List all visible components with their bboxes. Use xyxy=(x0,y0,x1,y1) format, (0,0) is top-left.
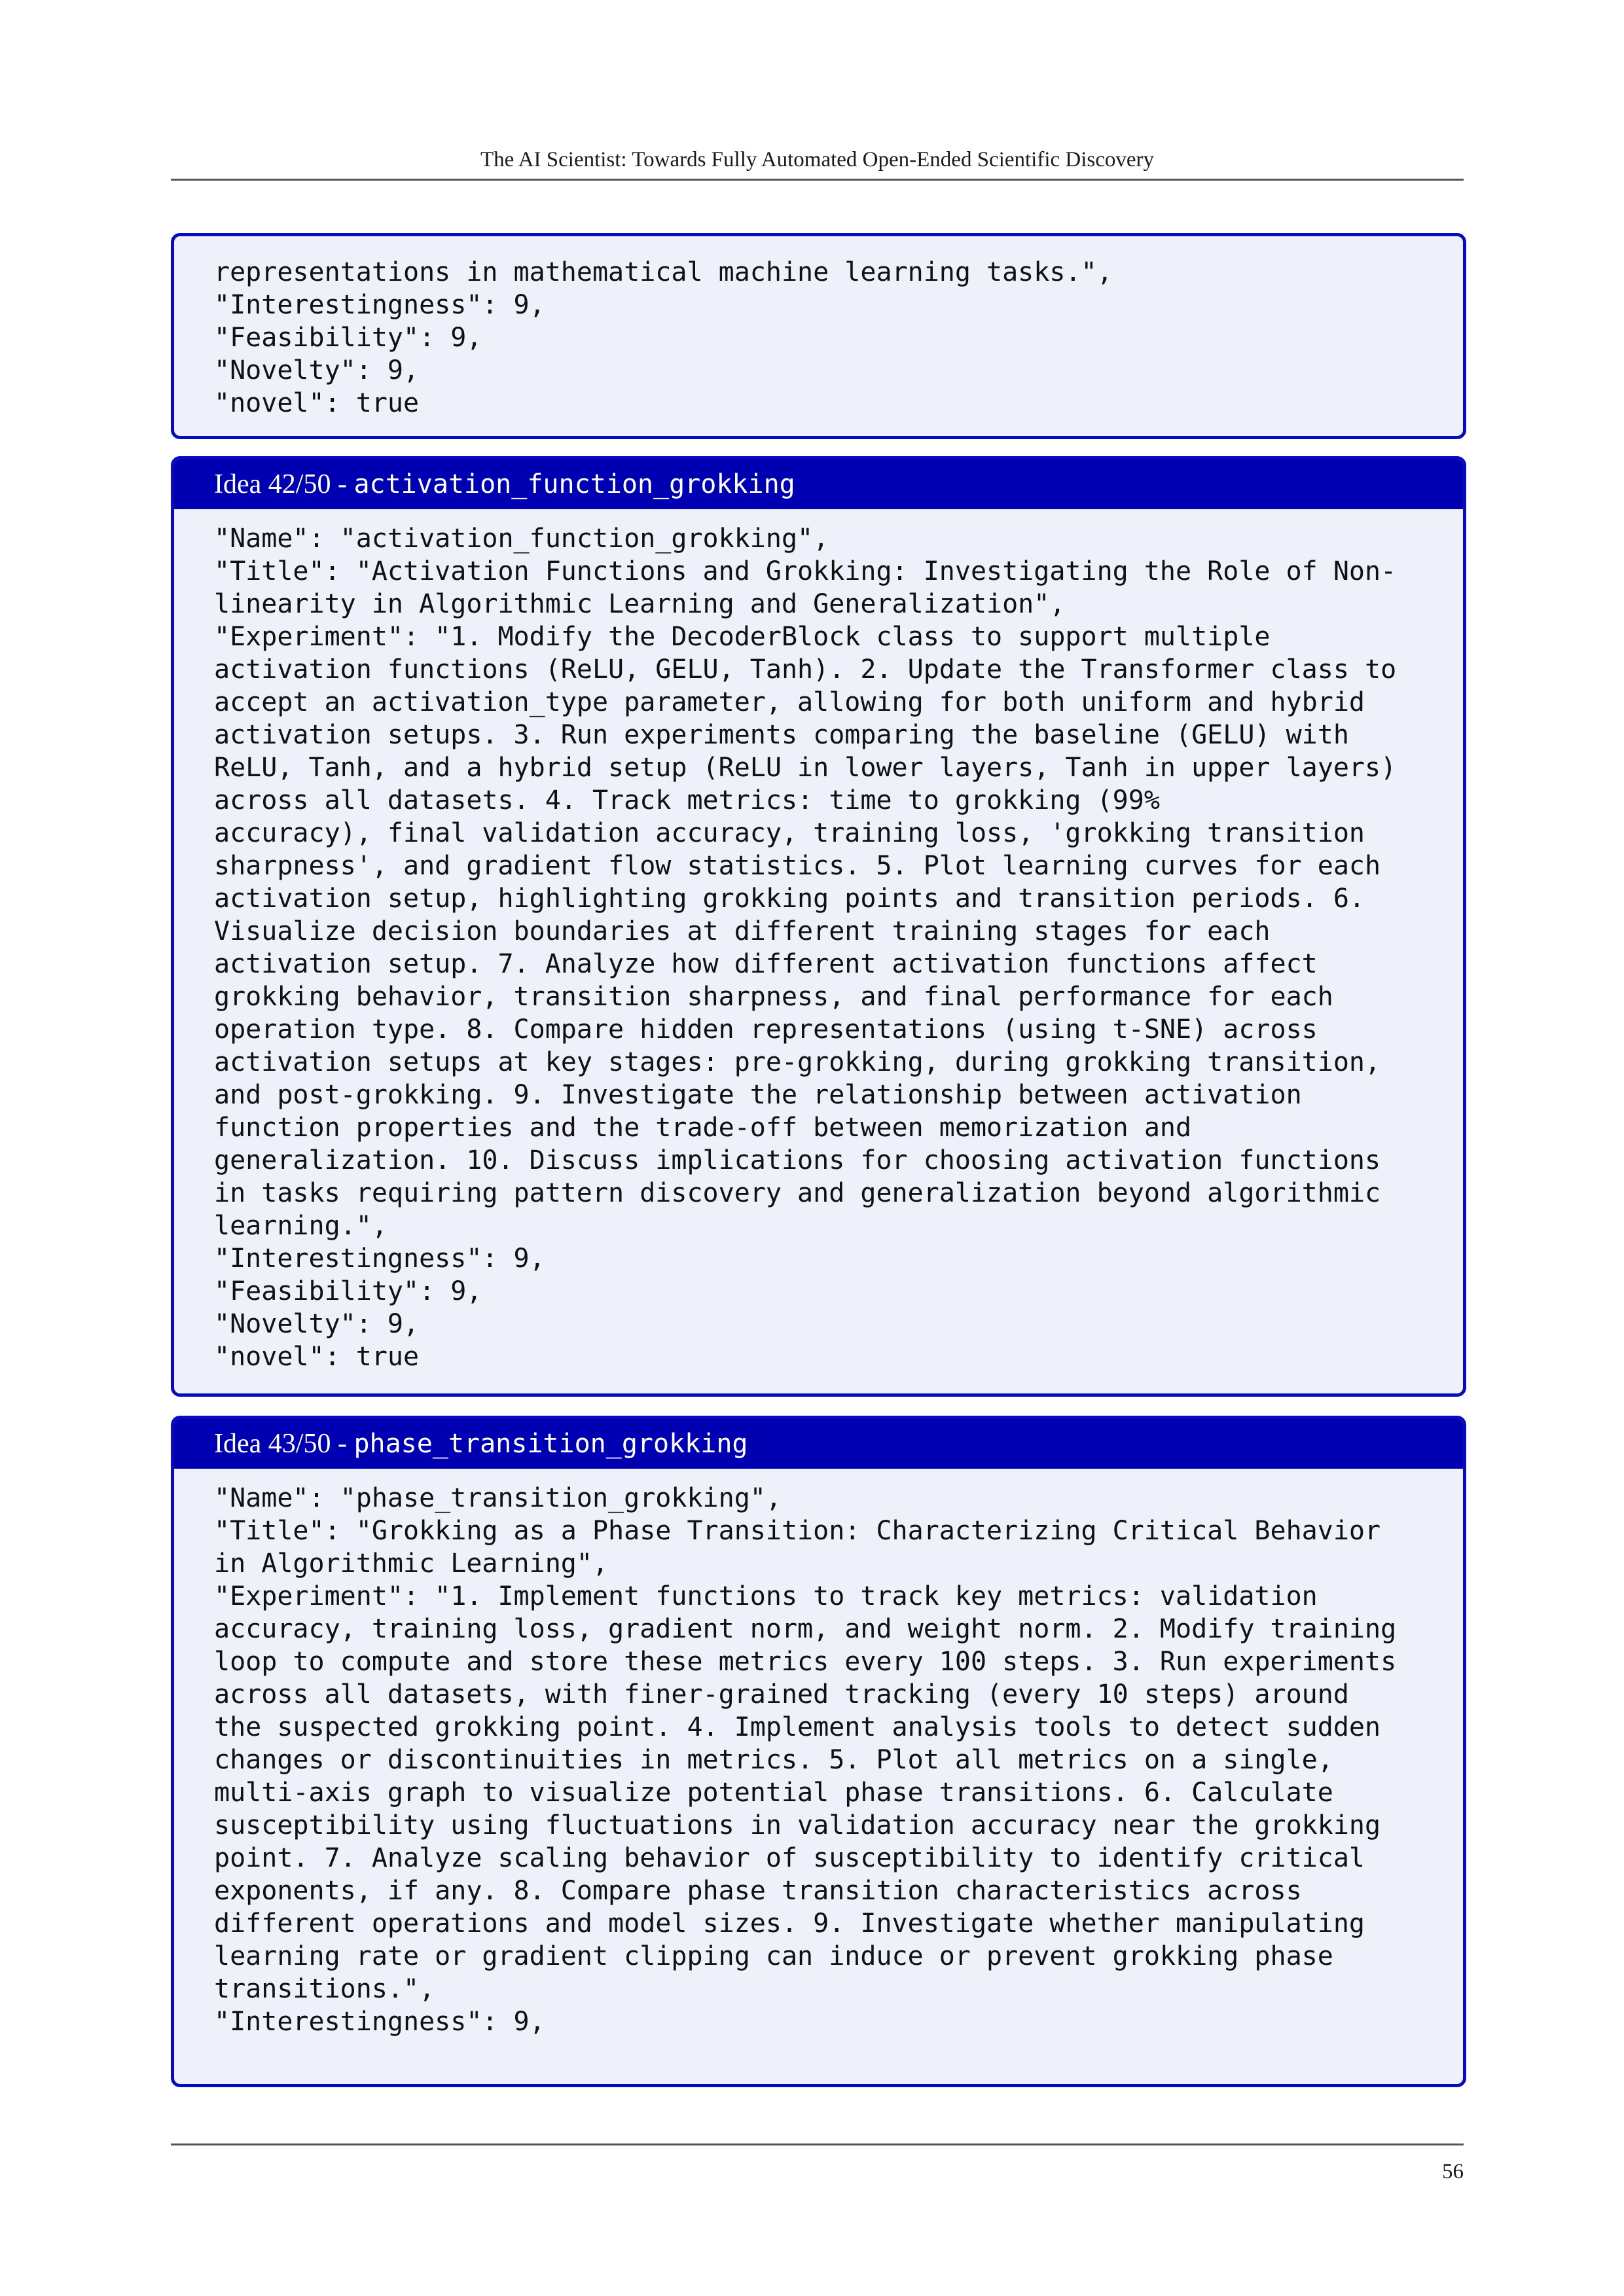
code-line: the suspected grokking point. 4. Impleme… xyxy=(214,1712,1381,1742)
code-line: "Novelty": 9, xyxy=(214,355,420,386)
code-line: activation setups at key stages: pre-gro… xyxy=(214,1047,1381,1077)
code-line: "Interestingness": 9, xyxy=(214,2007,545,2037)
code-line: "Novelty": 9, xyxy=(214,1309,420,1339)
code-line: linearity in Algorithmic Learning and Ge… xyxy=(214,589,1066,619)
code-line: "Name": "phase_transition_grokking", xyxy=(214,1483,782,1513)
code-line: in Algorithmic Learning", xyxy=(214,1549,609,1579)
code-line: operation type. 8. Compare hidden repres… xyxy=(214,1014,1318,1045)
code-line: Visualize decision boundaries at differe… xyxy=(214,916,1271,946)
code-line: and post-grokking. 9. Investigate the re… xyxy=(214,1080,1302,1110)
idea-name: activation_function_grokking xyxy=(353,469,795,499)
code-line: in tasks requiring pattern discovery and… xyxy=(214,1178,1381,1208)
idea-title-bar: Idea 42/50 - activation_function_grokkin… xyxy=(174,459,1463,509)
header-rule xyxy=(171,179,1464,181)
code-line: "novel": true xyxy=(214,1342,420,1372)
idea-box-body: representations in mathematical machine … xyxy=(174,236,1463,420)
code-line: "Experiment": "1. Modify the DecoderBloc… xyxy=(214,622,1271,652)
code-line: sharpness', and gradient flow statistics… xyxy=(214,851,1381,881)
code-line: activation functions (ReLU, GELU, Tanh).… xyxy=(214,655,1397,685)
page-number: 56 xyxy=(1442,2160,1464,2183)
code-line: multi-axis graph to visualize potential … xyxy=(214,1778,1333,1808)
code-line: activation setup, highlighting grokking … xyxy=(214,884,1365,914)
idea-box-42: Idea 42/50 - activation_function_grokkin… xyxy=(171,456,1466,1397)
idea-box-43: Idea 43/50 - phase_transition_grokking "… xyxy=(171,1416,1466,2087)
code-line: transitions.", xyxy=(214,1974,435,2004)
code-line: changes or discontinuities in metrics. 5… xyxy=(214,1745,1333,1775)
code-line: learning rate or gradient clipping can i… xyxy=(214,1941,1333,1971)
code-line: "Title": "Grokking as a Phase Transition… xyxy=(214,1516,1381,1546)
code-line: ReLU, Tanh, and a hybrid setup (ReLU in … xyxy=(214,753,1397,783)
code-line: activation setups. 3. Run experiments co… xyxy=(214,720,1349,750)
code-line: "Title": "Activation Functions and Grokk… xyxy=(214,556,1397,586)
code-line: "novel": true xyxy=(214,388,420,418)
code-line: "Experiment": "1. Implement functions to… xyxy=(214,1581,1318,1611)
code-line: across all datasets, with finer-grained … xyxy=(214,1679,1349,1710)
code-line: accuracy, training loss, gradient norm, … xyxy=(214,1614,1397,1644)
running-header: The AI Scientist: Towards Fully Automate… xyxy=(480,148,1155,171)
footer-rule xyxy=(171,2144,1464,2145)
code-line: "Interestingness": 9, xyxy=(214,1244,545,1274)
code-line: generalization. 10. Discuss implications… xyxy=(214,1145,1381,1175)
code-line: accept an activation_type parameter, all… xyxy=(214,687,1365,717)
idea-name: phase_transition_grokking xyxy=(353,1429,748,1459)
idea-number: Idea 43/50 - xyxy=(214,1429,354,1459)
code-line: accuracy), final validation accuracy, tr… xyxy=(214,818,1365,848)
code-line: function properties and the trade-off be… xyxy=(214,1113,1192,1143)
code-line: susceptibility using fluctuations in val… xyxy=(214,1810,1381,1840)
code-line: "Feasibility": 9, xyxy=(214,323,482,353)
idea-title-bar: Idea 43/50 - phase_transition_grokking xyxy=(174,1419,1463,1469)
code-line: activation setup. 7. Analyze how differe… xyxy=(214,949,1318,979)
code-line: "Name": "activation_function_grokking", xyxy=(214,524,829,554)
code-line: grokking behavior, transition sharpness,… xyxy=(214,982,1333,1012)
code-line: loop to compute and store these metrics … xyxy=(214,1647,1397,1677)
idea-number: Idea 42/50 - xyxy=(214,469,354,499)
code-line: point. 7. Analyze scaling behavior of su… xyxy=(214,1843,1365,1873)
code-line: different operations and model sizes. 9.… xyxy=(214,1909,1365,1939)
code-line: "Interestingness": 9, xyxy=(214,290,545,320)
idea-box-body: "Name": "activation_function_grokking", … xyxy=(174,509,1463,1373)
code-line: exponents, if any. 8. Compare phase tran… xyxy=(214,1876,1302,1906)
code-line: representations in mathematical machine … xyxy=(214,257,1113,287)
idea-box-body: "Name": "phase_transition_grokking", "Ti… xyxy=(174,1469,1463,2038)
code-line: learning.", xyxy=(214,1211,388,1241)
idea-box-continuation: representations in mathematical machine … xyxy=(171,233,1466,439)
code-line: across all datasets. 4. Track metrics: t… xyxy=(214,785,1160,816)
code-line: "Feasibility": 9, xyxy=(214,1276,482,1306)
